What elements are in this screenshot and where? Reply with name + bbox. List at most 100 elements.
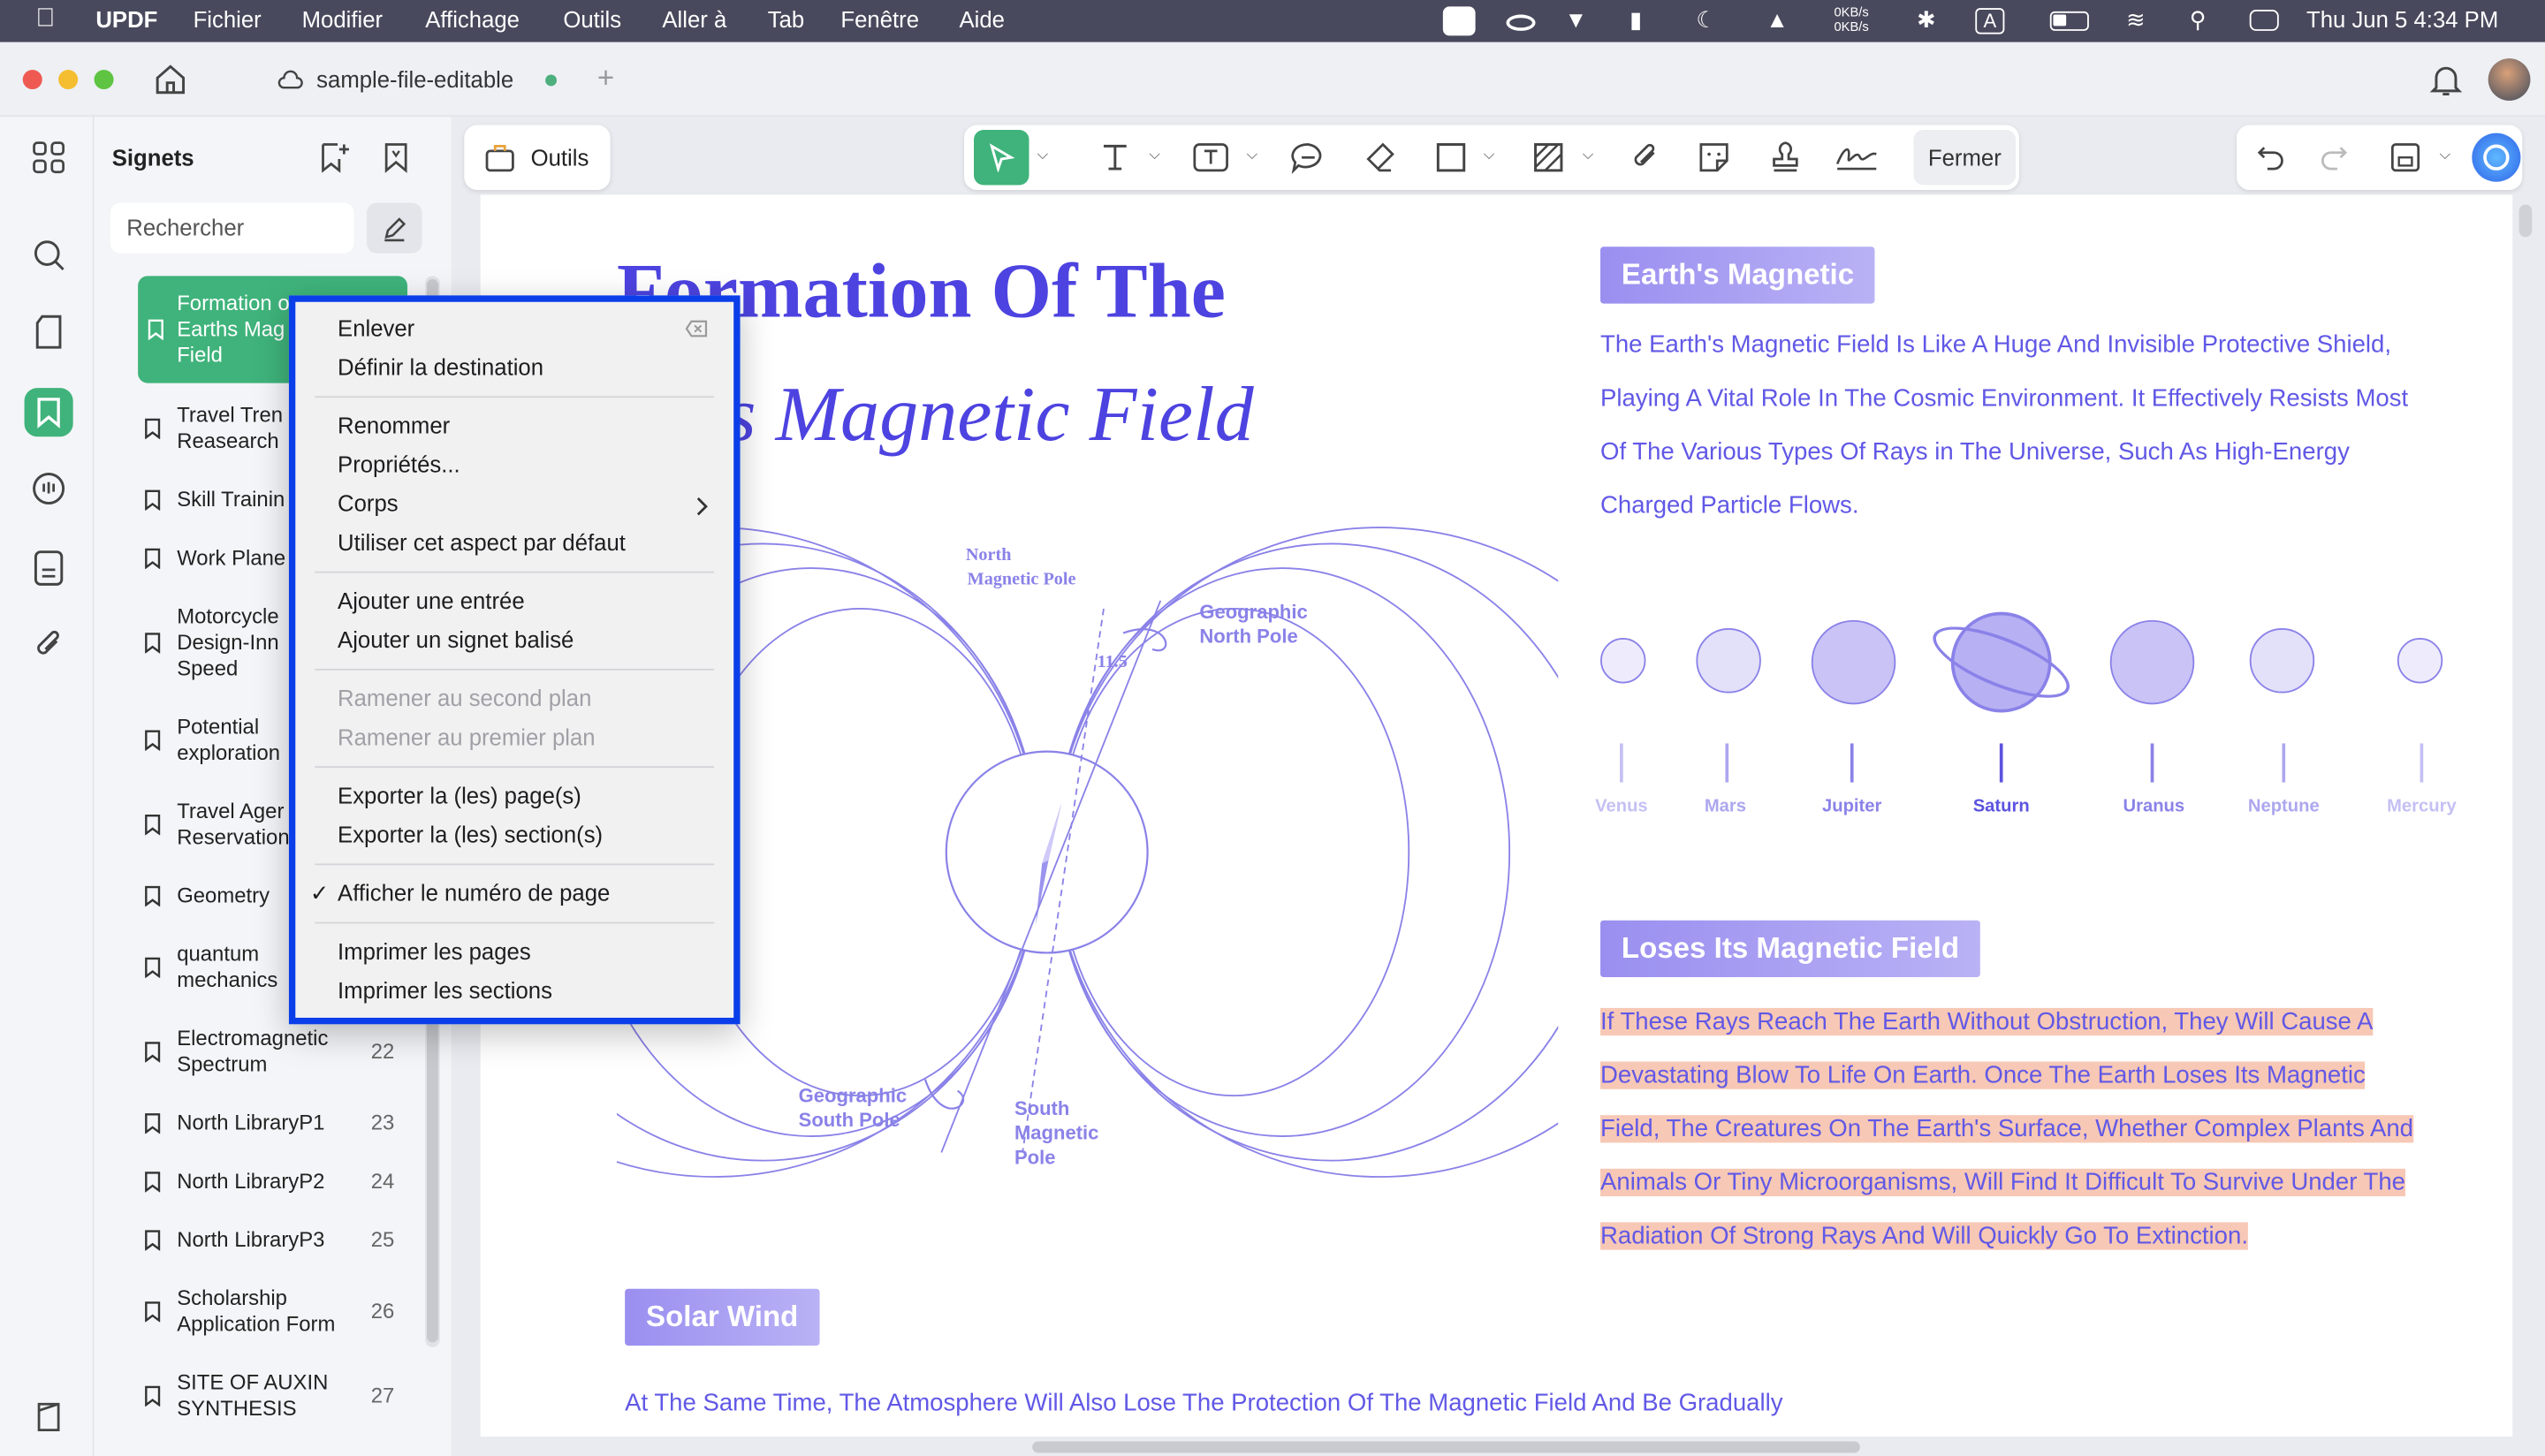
highlighted-line[interactable]: Field, The Creatures On The Earth's Surf… (1600, 1115, 2414, 1143)
redo-button[interactable] (2313, 130, 2355, 185)
highlighted-line[interactable]: Radiation Of Strong Rays And Will Quickl… (1600, 1222, 2248, 1250)
bookmark-options-icon[interactable] (382, 141, 411, 174)
avatar[interactable] (2488, 58, 2531, 101)
menu-affichage[interactable]: Affichage (425, 6, 520, 32)
shape-tool-button[interactable] (1428, 130, 1473, 185)
control-center-icon[interactable] (2249, 10, 2279, 31)
clock[interactable]: Thu Jun 5 4:34 PM (2306, 6, 2498, 32)
input-source-icon[interactable]: A (1975, 8, 2005, 34)
bookmarks-rail-icon[interactable] (24, 388, 73, 437)
new-tab-button[interactable]: + (597, 62, 614, 96)
comments-icon[interactable] (25, 464, 73, 512)
apple-icon[interactable]:  (35, 5, 55, 34)
bookmark-item[interactable]: North LibraryP2 24 (125, 1156, 414, 1208)
bookmark-item[interactable]: Electromagnetic Spectrum 22 (125, 1012, 414, 1090)
add-bookmark-icon[interactable] (318, 141, 351, 174)
chevron-down-icon[interactable]: ⌵ (2440, 146, 2451, 163)
area-tool-button[interactable] (1526, 130, 1571, 185)
menu-item-definir-destination[interactable]: Définir la destination (338, 354, 543, 380)
stamp-tool-button[interactable] (1763, 130, 1808, 185)
menu-item-ajouter-entree[interactable]: Ajouter une entrée (338, 588, 525, 613)
menu-fenetre[interactable]: Fenêtre (840, 6, 919, 32)
zoom-window-button[interactable] (94, 70, 114, 90)
forms-icon[interactable] (25, 543, 73, 592)
bookmark-search-input[interactable]: Rechercher (110, 202, 354, 254)
menu-item-imprimer-sections[interactable]: Imprimer les sections (338, 977, 552, 1003)
menu-modifier[interactable]: Modifier (302, 6, 383, 32)
spotlight-icon[interactable]: ⚲ (2190, 6, 2207, 34)
textbox-tool-button[interactable] (1188, 130, 1233, 185)
close-window-button[interactable] (22, 70, 42, 90)
menu-tab[interactable]: Tab (768, 6, 804, 32)
attach-tool-button[interactable] (1623, 130, 1668, 185)
chevron-down-icon[interactable]: ⌵ (1583, 146, 1594, 163)
menu-item-utiliser-aspect[interactable]: Utiliser cet aspect par défaut (338, 529, 626, 555)
save-button[interactable] (2384, 130, 2427, 185)
thumbnails-icon[interactable] (25, 133, 73, 182)
bookmark-status-icon[interactable]: ▮ (1630, 6, 1642, 34)
page-vertical-scrollbar[interactable] (2518, 204, 2533, 238)
select-tool-button[interactable] (974, 129, 1029, 186)
wifi-icon[interactable]: ≋ (2126, 6, 2146, 34)
menu-item-exporter-sections[interactable]: Exporter la (les) section(s) (338, 822, 603, 847)
chevron-down-icon[interactable]: ⌵ (1149, 146, 1160, 163)
close-tools-button[interactable]: Fermer (1913, 129, 2017, 186)
search-icon[interactable] (25, 231, 73, 279)
highlighted-line[interactable]: Devastating Blow To Life On Earth. Once … (1600, 1061, 2366, 1089)
bookmark-item[interactable]: North LibraryP1 23 (125, 1097, 414, 1149)
bluetooth-icon[interactable]: ✱ (1917, 6, 1936, 34)
bell-icon[interactable] (2428, 62, 2464, 97)
attachments-icon[interactable] (25, 620, 73, 669)
menu-item-enlever[interactable]: Enlever (338, 315, 414, 340)
ai-assistant-icon[interactable] (2472, 133, 2521, 182)
signature-tool-button[interactable] (1831, 130, 1883, 185)
moon-icon[interactable]: ☾ (1696, 6, 1716, 34)
home-icon[interactable] (153, 62, 188, 97)
menu-item-renommer[interactable]: Renommer (338, 413, 450, 438)
bookmark-item[interactable]: SITE OF AUXIN SYNTHESIS 27 (125, 1357, 414, 1435)
chevron-down-icon[interactable]: ⌵ (1037, 146, 1049, 163)
bookmark-item[interactable]: North LibraryP3 25 (125, 1214, 414, 1266)
menu-aller-a[interactable]: Aller à (662, 6, 726, 32)
document-tab[interactable]: sample-file-editable (260, 58, 578, 103)
menu-item-corps[interactable]: Corps (338, 490, 399, 516)
minimize-window-button[interactable] (58, 70, 79, 90)
menu-outils[interactable]: Outils (563, 6, 621, 32)
layers-icon[interactable] (25, 1392, 73, 1441)
updf-status-icon[interactable] (1442, 6, 1476, 36)
battery-icon[interactable] (2049, 11, 2089, 31)
bookmark-page-number: 25 (370, 1226, 395, 1252)
drive-icon[interactable]: ▼ (1565, 6, 1587, 32)
highlighted-line[interactable]: If These Rays Reach The Earth Without Ob… (1600, 1007, 2374, 1036)
highlighted-line[interactable]: Animals Or Tiny Microorganisms, Will Fin… (1600, 1168, 2406, 1197)
bookmark-icon (145, 957, 161, 978)
menu-item-exporter-pages[interactable]: Exporter la (les) page(s) (338, 783, 581, 808)
menu-item-afficher-numero-page[interactable]: Afficher le numéro de page (338, 880, 610, 906)
chevron-down-icon[interactable]: ⌵ (1484, 146, 1495, 163)
menu-fichier[interactable]: Fichier (194, 6, 262, 32)
text-tool-button[interactable] (1094, 130, 1136, 185)
eraser-tool-button[interactable] (1357, 130, 1402, 185)
chevron-down-icon[interactable]: ⌵ (1247, 146, 1258, 163)
pencil-icon (384, 216, 406, 241)
pages-icon[interactable] (25, 308, 73, 357)
sticker-tool-button[interactable] (1691, 130, 1736, 185)
menu-item-proprietes[interactable]: Propriétés... (338, 451, 460, 477)
cloud-icon[interactable] (1506, 14, 1536, 31)
tools-button[interactable]: Outils (464, 125, 611, 190)
menu-item-ajouter-signet-balise[interactable]: Ajouter un signet balisé (338, 626, 574, 652)
undo-button[interactable] (2250, 130, 2292, 185)
menu-item-imprimer-pages[interactable]: Imprimer les pages (338, 938, 531, 964)
menu-aide[interactable]: Aide (960, 6, 1005, 32)
north-magnetic-pole-label: North Magnetic Pole (966, 545, 1076, 589)
comment-tool-button[interactable] (1286, 130, 1331, 185)
page-horizontal-scrollbar[interactable] (1032, 1441, 1860, 1453)
edit-bookmark-button[interactable] (367, 202, 422, 254)
network-speed: 0KB/s 0KB/s (1835, 5, 1869, 34)
solar-wind-heading: Solar Wind (625, 1288, 820, 1346)
cat-icon[interactable]: ▲ (1766, 6, 1788, 32)
para-line: Playing A Vital Role In The Cosmic Envir… (1600, 384, 2409, 413)
planet-tick (2420, 743, 2423, 783)
bookmark-item[interactable]: Scholarship Application Form 26 (125, 1272, 414, 1350)
menu-app-name[interactable]: UPDF (95, 6, 157, 32)
